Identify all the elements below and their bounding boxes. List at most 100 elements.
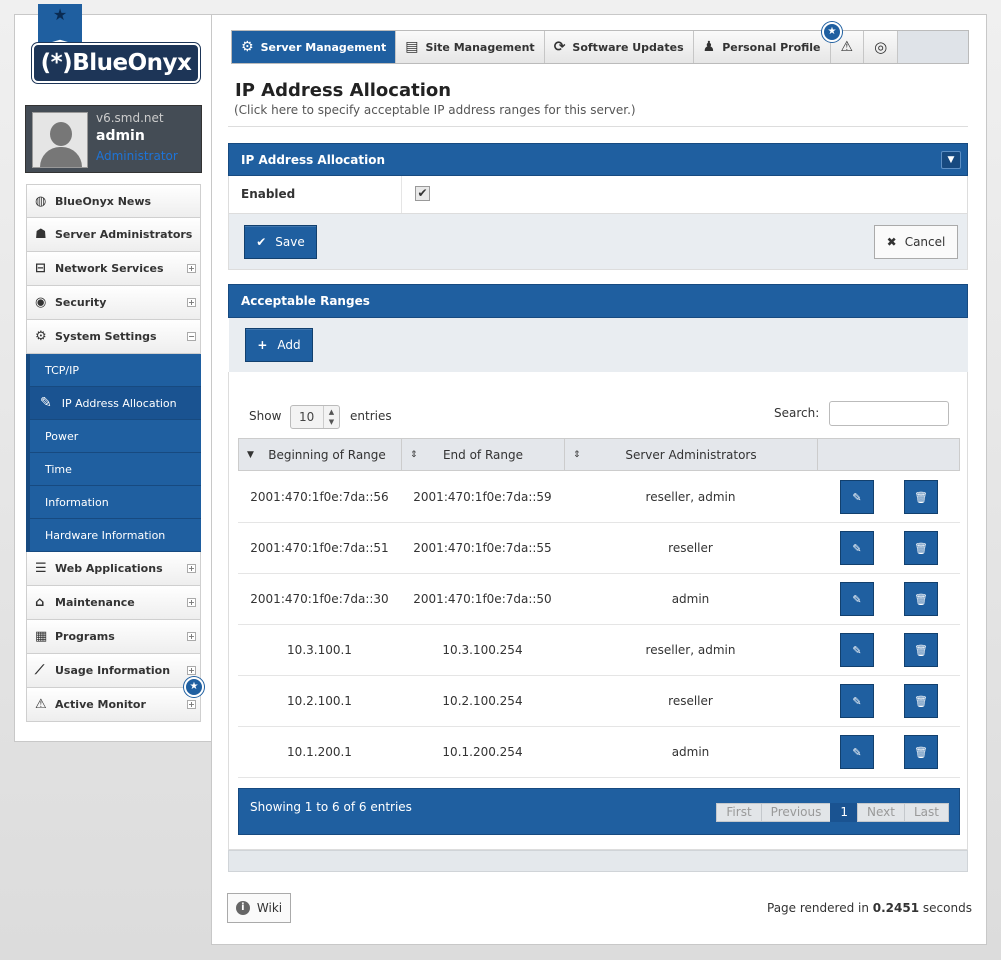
edit-button[interactable]: ✎ [840, 582, 874, 616]
edit-button[interactable]: ✎ [840, 480, 874, 514]
sidebar-subitem-ip-address-allocation[interactable]: ✎ IP Address Allocation [26, 387, 201, 420]
pager-page-1-button[interactable]: 1 [830, 803, 859, 822]
column-header-beginning[interactable]: ▼ Beginning of Range [239, 439, 402, 470]
sidebar-item-label: System Settings [55, 330, 157, 343]
table-header: ▼ Beginning of Range ⇕ End of Range ⇕ Serve… [238, 438, 960, 471]
sidebar-subitem-power[interactable]: Power [26, 420, 201, 453]
expand-icon[interactable]: + [187, 264, 196, 273]
range-begin-cell: 10.3.100.1 [287, 643, 352, 657]
enabled-checkbox[interactable]: ✔ [415, 186, 430, 201]
sidebar-item-network-services[interactable]: ⊟ Network Services + [26, 252, 201, 286]
panel-footer [228, 214, 968, 270]
edit-button[interactable]: ✎ [840, 531, 874, 565]
tab-site-management[interactable]: ▤ Site Management [396, 31, 545, 63]
add-button[interactable]: + Add [245, 328, 313, 362]
divider [401, 176, 402, 213]
network-icon: ⊟ [35, 261, 46, 276]
pencil-icon: ✎ [852, 592, 862, 606]
chevron-down-icon[interactable]: ▼ [941, 151, 961, 169]
trash-icon: 🗑 [914, 541, 928, 555]
add-label: Add [277, 338, 301, 352]
page-subtitle-link[interactable]: (Click here to specify acceptable IP add… [234, 103, 636, 117]
save-button[interactable]: ✔ Save [244, 225, 317, 259]
collapse-icon[interactable]: − [187, 332, 196, 341]
tab-personal-profile[interactable]: ♟ Personal Profile [694, 31, 831, 63]
pager-first-button[interactable]: First [716, 803, 762, 822]
edit-button[interactable]: ✎ [840, 633, 874, 667]
expand-icon[interactable]: + [187, 700, 196, 709]
administrators-cell: admin [671, 745, 710, 759]
sidebar-subitem-time[interactable]: Time [26, 453, 201, 486]
administrators-cell: admin [671, 592, 710, 606]
render-time: Page rendered in 0.2451 seconds [767, 901, 972, 915]
panel-header-acceptable-ranges: Acceptable Ranges [228, 284, 968, 318]
sidebar-item-label: Web Applications [55, 562, 163, 575]
render-time-value: 0.2451 [872, 901, 920, 915]
cancel-button[interactable]: ✖ Cancel [874, 225, 958, 259]
sidebar-item-usage-information[interactable]: ⟋ Usage Information + [26, 654, 201, 688]
tab-server-management[interactable]: ⚙ Server Management [232, 31, 397, 63]
pager-previous-button[interactable]: Previous [760, 803, 832, 822]
logo-ribbon: ★ [38, 4, 82, 46]
pager-next-button[interactable]: Next [857, 803, 905, 822]
sidebar-item-web-applications[interactable]: ☰ Web Applications + [26, 552, 201, 586]
show-label: Show [249, 409, 282, 423]
sidebar-subitem-hardware-information[interactable]: Hardware Information [26, 519, 201, 552]
delete-button[interactable]: 🗑 [904, 684, 938, 718]
sidebar-item-label: Security [55, 296, 107, 309]
delete-button[interactable]: 🗑 [904, 582, 938, 616]
edit-button[interactable]: ✎ [840, 735, 874, 769]
sites-icon: ▤ [405, 39, 419, 55]
search-input[interactable] [829, 401, 949, 426]
table-footer: Showing 1 to 6 of 6 entries First Previo… [238, 788, 960, 835]
delete-button[interactable]: 🗑 [904, 735, 938, 769]
tab-help[interactable]: ◎ [864, 31, 899, 63]
expand-icon[interactable]: + [187, 298, 196, 307]
render-suffix: seconds [919, 901, 972, 915]
divider [228, 126, 968, 127]
sidebar-item-system-settings[interactable]: ⚙ System Settings − [26, 320, 201, 354]
administrators-cell: reseller, admin [645, 490, 736, 504]
expand-icon[interactable]: + [187, 666, 196, 675]
sidebar-item-blueonyx-news[interactable]: ◍ BlueOnyx News [26, 184, 201, 218]
logo[interactable]: (*)BlueOnyx [32, 43, 200, 83]
pencil-icon: ✎ [852, 541, 862, 555]
delete-button[interactable]: 🗑 [904, 633, 938, 667]
column-header-administrators[interactable]: ⇕ Server Administrators [565, 439, 818, 470]
pager-last-button[interactable]: Last [904, 803, 949, 822]
expand-icon[interactable]: + [187, 598, 196, 607]
sidebar-subitem-tcpip[interactable]: TCP/IP [26, 354, 201, 387]
refresh-icon: ⟳ [553, 39, 566, 55]
user-role-link[interactable]: Administrator [96, 149, 178, 163]
delete-button[interactable]: 🗑 [904, 531, 938, 565]
column-label: Server Administrators [625, 447, 757, 462]
delete-button[interactable]: 🗑 [904, 480, 938, 514]
trash-icon: 🗑 [914, 592, 928, 606]
tab-software-updates[interactable]: ⟳ Software Updates [545, 31, 694, 63]
tab-label: Personal Profile [722, 40, 821, 54]
page-length-select[interactable]: 10 ▲ ▼ [290, 405, 340, 429]
top-navigation: ⚙ Server Management ▤ Site Management ⟳ Sof… [231, 30, 969, 64]
sidebar-item-label: Maintenance [55, 596, 135, 609]
column-header-end[interactable]: ⇕ End of Range [402, 439, 565, 470]
entries-label: entries [350, 409, 392, 423]
sidebar-item-programs[interactable]: ▦ Programs + [26, 620, 201, 654]
expand-icon[interactable]: + [187, 564, 196, 573]
column-label: Beginning of Range [268, 447, 386, 462]
sidebar-item-server-administrators[interactable]: ☗ Server Administrators [26, 218, 201, 252]
range-begin-cell: 10.2.100.1 [287, 694, 352, 708]
administrators-cell: reseller [668, 694, 713, 708]
wiki-button[interactable]: i Wiki [227, 893, 291, 923]
sidebar-item-label: Usage Information [55, 664, 171, 677]
sidebar-item-active-monitor[interactable]: ⚠ Active Monitor + [26, 688, 201, 722]
sidebar-subitem-information[interactable]: Information [26, 486, 201, 519]
sidebar-item-security[interactable]: ◉ Security + [26, 286, 201, 320]
user-name: admin [96, 128, 145, 144]
edit-button[interactable]: ✎ [840, 684, 874, 718]
expand-icon[interactable]: + [187, 632, 196, 641]
sidebar-item-label: BlueOnyx News [55, 194, 152, 208]
column-header-actions [818, 439, 959, 470]
sidebar-item-maintenance[interactable]: ⌂ Maintenance + [26, 586, 201, 620]
close-icon: ✖ [886, 235, 897, 249]
page-length-value: 10 [299, 410, 315, 424]
